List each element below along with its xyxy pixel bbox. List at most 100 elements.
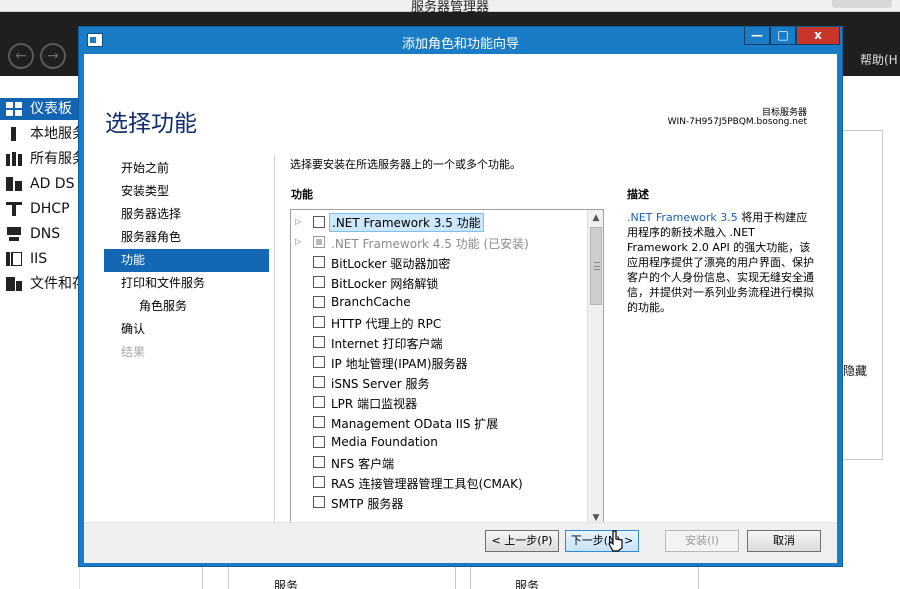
back-arrow-icon[interactable]: ← [8,43,34,69]
feature-item[interactable]: Media Foundation [291,432,587,452]
server-manager-sidebar: 仪表板 本地服务 所有服务 AD DS DHCP DNS IIS 文件和存 [0,76,80,589]
dashboard-icon [6,102,22,116]
step-installation-type[interactable]: 安装类型 [104,180,269,203]
file-storage-icon [6,277,22,291]
step-features[interactable]: 功能 [104,249,269,272]
feature-label[interactable]: .NET Framework 4.5 功能 (已安装) [331,235,529,252]
sidebar-item-dashboard[interactable]: 仪表板 [0,98,80,120]
tile-label: 服务 [515,579,540,589]
feature-label[interactable]: Media Foundation [331,435,438,449]
feature-checkbox[interactable] [313,436,325,448]
sidebar-item-file-storage[interactable]: 文件和存 [0,273,80,295]
feature-item[interactable]: RAS 连接管理器管理工具包(CMAK) [291,472,587,492]
feature-checkbox[interactable] [313,416,325,428]
feature-item[interactable]: Management OData IIS 扩展 [291,412,587,432]
feature-label[interactable]: LPR 端口监视器 [331,395,417,412]
feature-checkbox[interactable] [313,356,325,368]
feature-label[interactable]: BranchCache [331,295,411,309]
sidebar-item-dhcp[interactable]: DHCP [0,198,80,220]
feature-label[interactable]: BitLocker 驱动器加密 [331,255,450,272]
feature-label[interactable]: NFS 客户端 [331,455,394,472]
feature-label[interactable]: Management OData IIS 扩展 [331,415,498,432]
scroll-up-arrow-icon[interactable]: ▲ [588,210,603,226]
scrollbar-thumb[interactable] [590,227,602,305]
feature-item[interactable]: ▷ .NET Framework 3.5 功能 [291,212,587,232]
feature-item[interactable]: IP 地址管理(IPAM)服务器 [291,352,587,372]
forward-arrow-icon[interactable]: → [40,43,66,69]
minimize-button[interactable]: — [744,27,770,45]
description-body: 将用于构建应用程序的新技术融入 .NET Framework 2.0 API 的… [627,211,814,314]
step-server-selection[interactable]: 服务器选择 [104,203,269,226]
feature-label[interactable]: Internet 打印客户端 [331,335,442,352]
maximize-button[interactable]: □ [770,27,796,45]
divider [202,567,203,589]
close-button[interactable]: x [796,27,840,45]
step-confirmation[interactable]: 确认 [104,318,269,341]
feature-label[interactable]: iSNS Server 服务 [331,375,430,392]
feature-checkbox[interactable] [313,476,325,488]
feature-item[interactable]: LPR 端口监视器 [291,392,587,412]
feature-item[interactable]: SMTP 服务器 [291,492,587,512]
sidebar-item-local-server[interactable]: 本地服务 [0,123,80,145]
feature-label[interactable]: .NET Framework 3.5 功能 [329,213,484,232]
hand-cursor-icon [608,530,623,552]
sidebar-item-iis[interactable]: IIS [0,248,80,270]
description-feature-name: .NET Framework 3.5 [627,211,738,224]
feature-item[interactable]: Internet 打印客户端 [291,332,587,352]
ad-ds-icon [6,177,22,191]
feature-label[interactable]: BitLocker 网络解锁 [331,275,438,292]
feature-item[interactable]: NFS 客户端 [291,452,587,472]
help-menu[interactable]: 帮助(H [860,51,898,68]
expand-arrow-icon[interactable]: ▷ [295,216,305,228]
feature-item[interactable]: BranchCache [291,292,587,312]
divider [455,567,456,589]
wizard-client-area: 选择功能 目标服务器 WIN-7H957J5PBQM.bosong.net 开始… [84,54,837,563]
sidebar-item-dns[interactable]: DNS [0,223,80,245]
step-before-you-begin[interactable]: 开始之前 [104,157,269,180]
feature-checkbox[interactable] [313,276,325,288]
feature-checkbox[interactable] [313,316,325,328]
feature-checkbox[interactable] [313,376,325,388]
feature-item[interactable]: ▷ .NET Framework 4.5 功能 (已安装) [291,232,587,252]
sidebar-item-all-servers[interactable]: 所有服务 [0,148,80,170]
step-role-services[interactable]: 角色服务 [104,295,269,318]
feature-checkbox[interactable] [313,456,325,468]
add-roles-wizard-window: 添加角色和功能向导 — □ x 选择功能 目标服务器 WIN-7H957J5PB… [78,26,843,567]
features-tree[interactable]: ▷ .NET Framework 3.5 功能 ▷ .NET Framework… [290,209,604,527]
window-controls[interactable] [832,0,892,8]
destination-server-name: WIN-7H957J5PBQM.bosong.net [667,117,807,127]
feature-checkbox[interactable] [313,236,325,248]
wizard-titlebar[interactable]: 添加角色和功能向导 — □ x [79,27,842,54]
feature-checkbox[interactable] [313,296,325,308]
sidebar-item-ad-ds[interactable]: AD DS [0,173,80,195]
tile-border [843,130,883,460]
feature-label[interactable]: SMTP 服务器 [331,495,403,512]
feature-label[interactable]: IP 地址管理(IPAM)服务器 [331,355,468,372]
hide-link[interactable]: 隐藏 [843,362,867,379]
step-print-file-services[interactable]: 打印和文件服务 [104,272,269,295]
feature-label[interactable]: HTTP 代理上的 RPC [331,315,441,332]
features-scrollbar[interactable]: ▲ ▼ [587,210,603,526]
feature-checkbox[interactable] [313,496,325,508]
feature-item[interactable]: BitLocker 驱动器加密 [291,252,587,272]
feature-item[interactable]: BitLocker 网络解锁 [291,272,587,292]
step-server-roles[interactable]: 服务器角色 [104,226,269,249]
cancel-button[interactable]: 取消 [747,530,821,552]
next-button[interactable]: 下一步(N) > [565,530,639,552]
feature-item[interactable]: HTTP 代理上的 RPC [291,312,587,332]
expand-arrow-icon[interactable]: ▷ [295,236,305,248]
server-manager-right-panel: 隐藏 [843,76,900,589]
feature-checkbox[interactable] [313,396,325,408]
divider [698,567,699,589]
page-title: 选择功能 [105,111,197,137]
wizard-title: 添加角色和功能向导 [401,37,519,52]
sidebar-item-label: 本地服务 [30,126,80,142]
feature-checkbox[interactable] [313,216,325,228]
previous-button[interactable]: < 上一步(P) [485,530,559,552]
local-server-icon [11,127,16,141]
feature-checkbox[interactable] [313,256,325,268]
feature-checkbox[interactable] [313,336,325,348]
description-heading: 描述 [627,188,649,201]
feature-label[interactable]: RAS 连接管理器管理工具包(CMAK) [331,475,523,492]
feature-item[interactable]: iSNS Server 服务 [291,372,587,392]
